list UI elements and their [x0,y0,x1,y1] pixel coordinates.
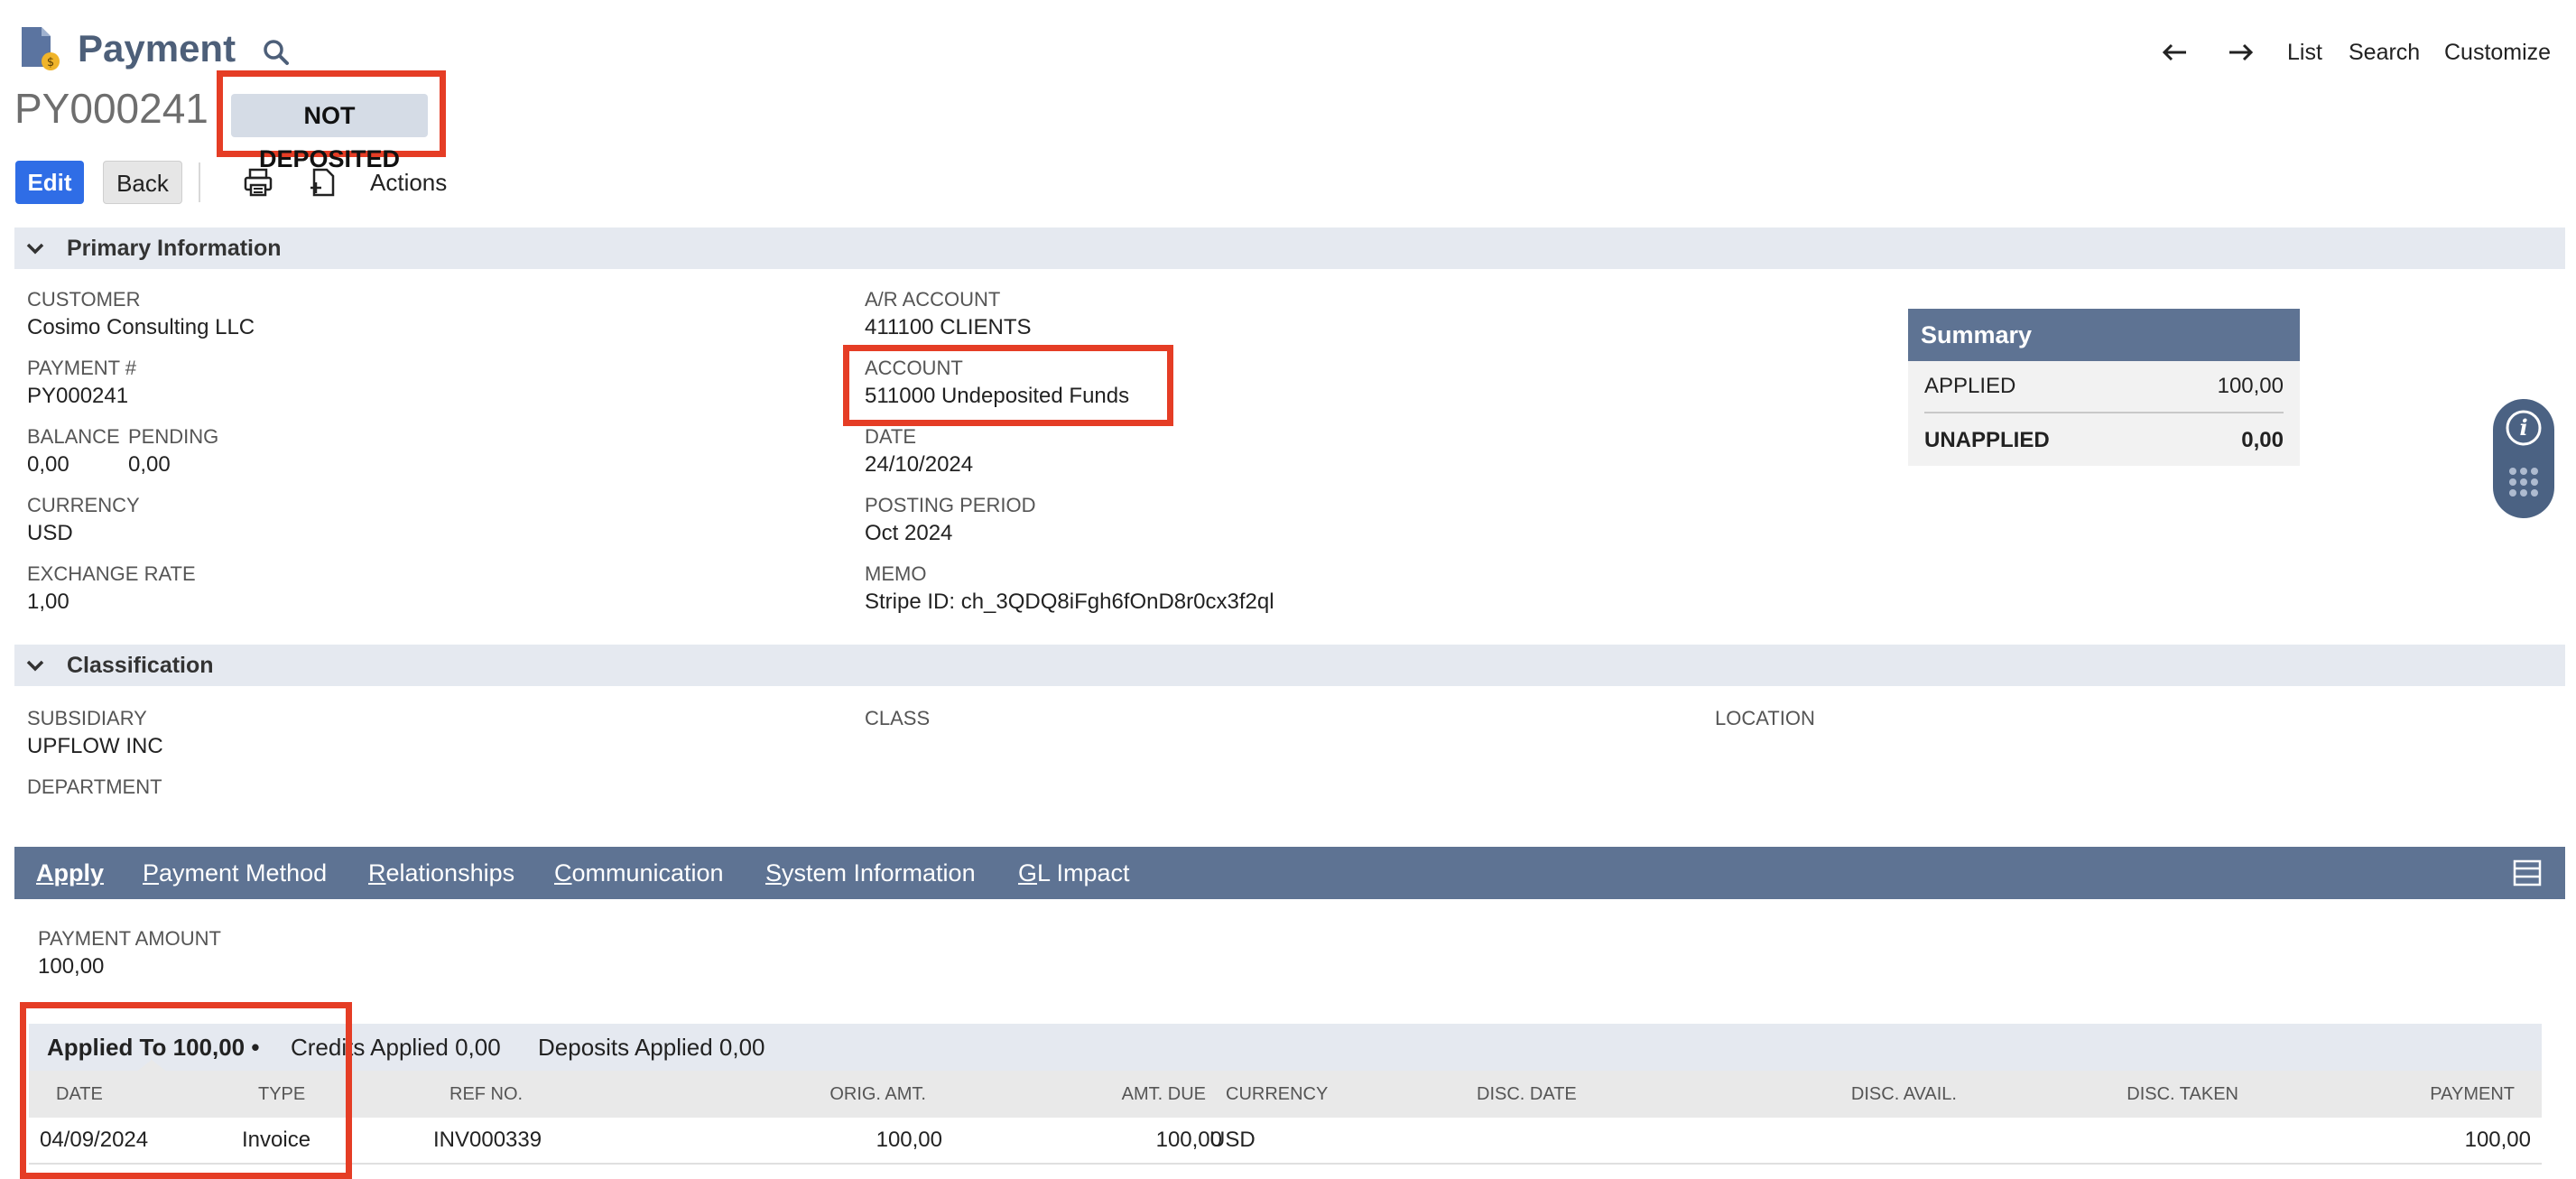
row-ref-no: INV000339 [433,1128,542,1152]
currency-label: CURRENCY [27,494,140,516]
edit-button[interactable]: Edit [15,161,84,204]
status-badge: NOT DEPOSITED [231,94,428,172]
payment-record-icon: $ [22,27,60,70]
subtab-deposits-applied[interactable]: Deposits Applied 0,00 [538,1024,765,1071]
posting-period-value: Oct 2024 [865,521,953,545]
balance-label: BALANCE [27,425,120,448]
info-icon[interactable]: i [2504,408,2544,448]
applied-label: APPLIED [1924,374,2016,398]
class-label: CLASS [865,707,931,729]
actions-menu[interactable]: Actions [370,166,447,199]
tab-relationships[interactable]: Relationships [368,847,514,899]
column-payment[interactable]: PAYMENT [2430,1071,2515,1118]
section-title: Classification [67,653,214,678]
primary-information-header[interactable]: Primary Information [14,227,2565,269]
svg-text:i: i [2519,414,2527,441]
payment-number-label: PAYMENT # [27,357,137,379]
arrow-right-icon[interactable] [2224,36,2256,69]
pending-value: 0,00 [128,452,171,477]
search-icon[interactable] [258,34,294,70]
record-id: PY000241 [14,85,208,132]
row-currency: USD [1209,1128,1256,1152]
date-label: DATE [865,425,917,448]
balance-value: 0,00 [27,452,69,477]
help-widget[interactable]: i [2493,399,2554,518]
dial-pad-icon[interactable] [2506,464,2542,500]
nav-customize-link[interactable]: Customize [2444,36,2551,69]
apply-sublist-tabs: Applied To 100,00 • Credits Applied 0,00… [29,1024,2542,1071]
tab-system-information[interactable]: System Information [765,847,976,899]
memo-label: MEMO [865,562,927,585]
pending-label: PENDING [128,425,219,448]
location-label: LOCATION [1715,707,1815,729]
chevron-down-icon [26,660,44,672]
applied-value: 100,00 [2217,374,2284,398]
department-label: DEPARTMENT [27,775,162,798]
summary-title: Summary [1908,309,2300,361]
column-disc-date[interactable]: DISC. DATE [1477,1071,1577,1118]
summary-panel: Summary APPLIED 100,00 UNAPPLIED 0,00 [1908,309,2300,466]
apply-grid-header: DATE TYPE REF NO. ORIG. AMT. AMT. DUE CU… [29,1071,2542,1118]
unapplied-label: UNAPPLIED [1924,428,2050,452]
back-button[interactable]: Back [103,161,182,204]
subsidiary-label: SUBSIDIARY [27,707,147,729]
tab-payment-method[interactable]: Payment Method [143,847,327,899]
new-document-icon[interactable] [307,166,339,199]
chevron-down-icon [26,243,44,255]
column-amt-due[interactable]: AMT. DUE [1122,1071,1206,1118]
column-orig-amt[interactable]: ORIG. AMT. [829,1071,926,1118]
section-title: Primary Information [67,236,282,261]
payment-amount-value: 100,00 [38,954,105,979]
subsidiary-value: UPFLOW INC [27,734,163,758]
classification-header[interactable]: Classification [14,645,2565,686]
column-disc-avail[interactable]: DISC. AVAIL. [1851,1071,1957,1118]
print-icon[interactable] [242,166,274,199]
tab-apply[interactable]: Apply [36,847,104,899]
table-row: 04/09/2024 Invoice INV000339 100,00 100,… [29,1118,2542,1165]
row-orig-amt: 100,00 [876,1128,942,1152]
svg-text:$: $ [47,56,54,70]
date-value: 24/10/2024 [865,452,974,477]
summary-unapplied-row: UNAPPLIED 0,00 [1924,415,2284,466]
subtab-bar: Apply Payment Method Relationships Commu… [14,847,2565,899]
column-currency[interactable]: CURRENCY [1226,1071,1328,1118]
payment-number-value: PY000241 [27,384,129,408]
tab-communication[interactable]: Communication [554,847,724,899]
account-link[interactable]: 511000 Undeposited Funds [865,382,1129,411]
posting-period-label: POSTING PERIOD [865,494,1036,516]
highlight-applied-box [20,1002,352,1179]
exchange-rate-label: EXCHANGE RATE [27,562,196,585]
unapplied-value: 0,00 [2241,428,2284,452]
nav-search-link[interactable]: Search [2349,36,2420,69]
toolbar-divider [199,162,200,202]
payment-amount-label: PAYMENT AMOUNT [38,927,221,950]
customer-label: CUSTOMER [27,288,141,311]
customer-link[interactable]: Cosimo Consulting LLC [27,313,255,342]
account-label: ACCOUNT [865,357,963,379]
row-payment: 100,00 [2464,1128,2531,1152]
tab-gl-impact[interactable]: GL Impact [1018,847,1130,899]
summary-applied-row: APPLIED 100,00 [1924,361,2284,413]
ar-account-label: A/R ACCOUNT [865,288,1001,311]
page-title: Payment [78,27,236,70]
memo-value: Stripe ID: ch_3QDQ8iFgh6fOnD8r0cx3f2ql [865,590,1274,614]
arrow-left-icon[interactable] [2159,36,2191,69]
column-ref-no[interactable]: REF NO. [449,1071,523,1118]
ar-account-link[interactable]: 411100 CLIENTS [865,313,1032,342]
nav-list-link[interactable]: List [2287,36,2322,69]
exchange-rate-value: 1,00 [27,590,69,614]
column-disc-taken[interactable]: DISC. TAKEN [2127,1071,2238,1118]
view-toggle-icon[interactable] [2513,859,2542,887]
currency-value: USD [27,521,73,545]
